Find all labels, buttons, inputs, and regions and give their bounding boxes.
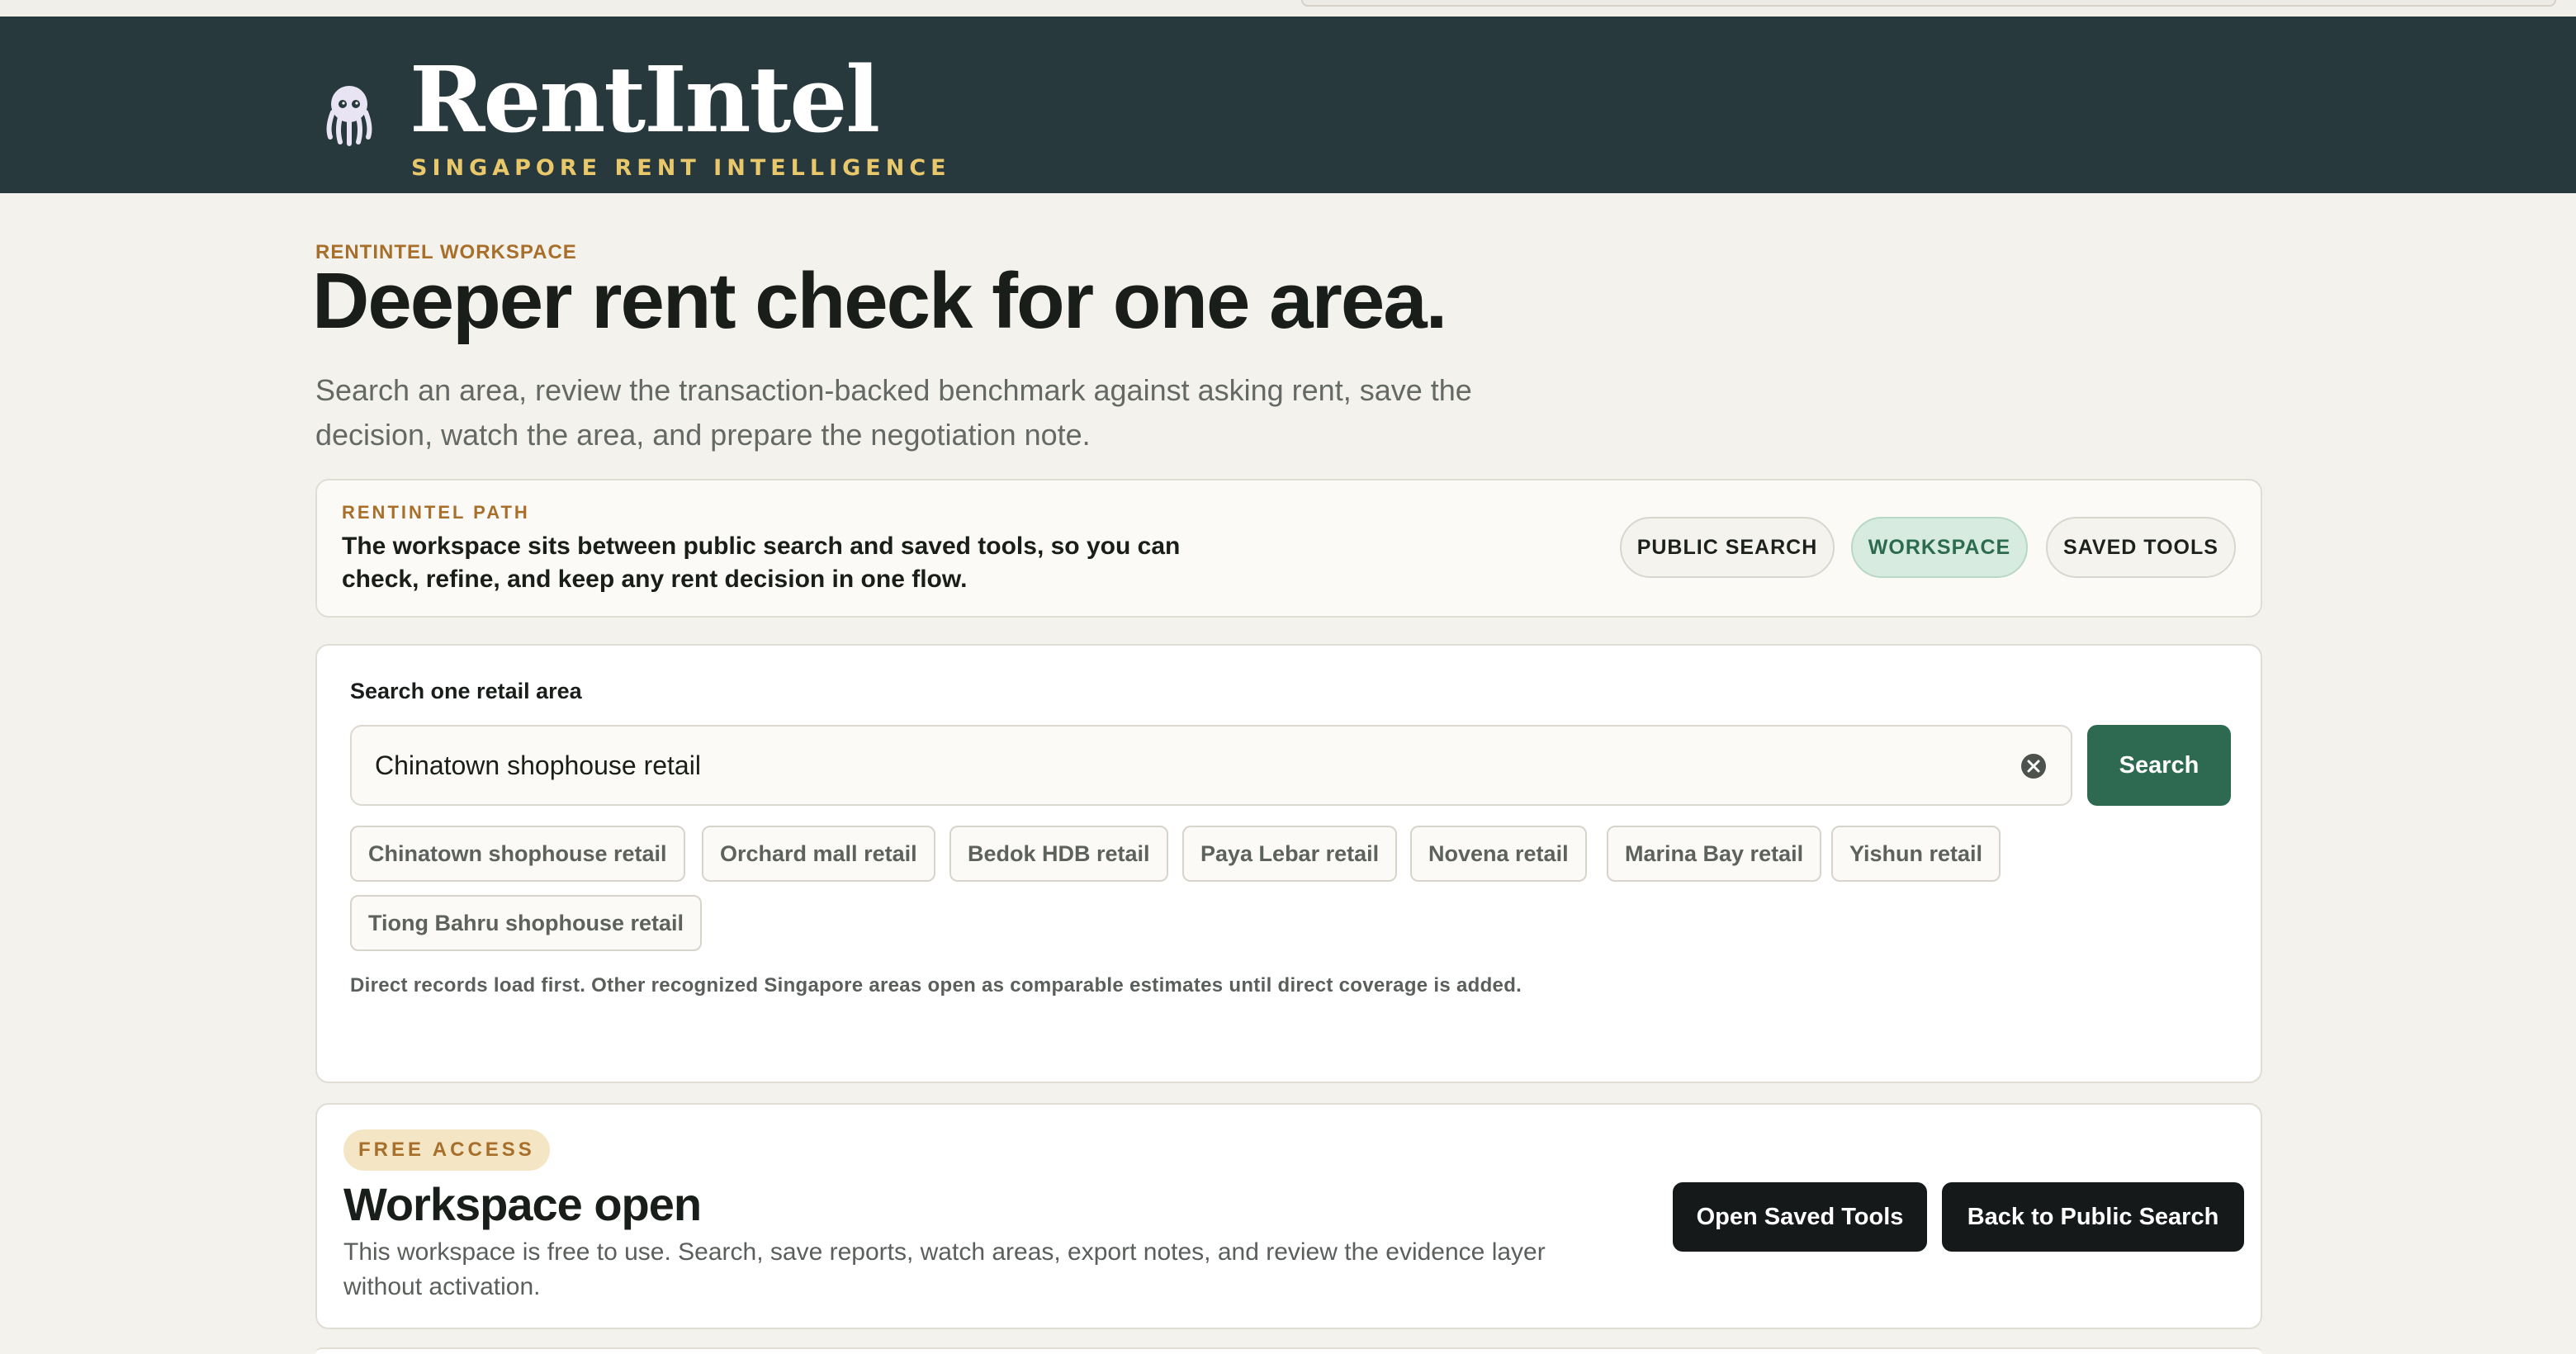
search-button[interactable]: Search: [2087, 725, 2231, 806]
octopus-mascot-icon: [326, 86, 372, 146]
path-text: The workspace sits between public search…: [342, 530, 1250, 596]
hero-intro: Search an area, review the transaction-b…: [315, 368, 1537, 457]
path-text-line: The workspace sits between public search…: [342, 533, 1181, 560]
workspace-nav-button[interactable]: WORKSPACE: [1851, 517, 2028, 578]
public-search-nav-button[interactable]: PUBLIC SEARCH: [1620, 517, 1835, 578]
free-access-badge: FREE ACCESS: [343, 1129, 550, 1171]
suggestion-chip[interactable]: Orchard mall retail: [702, 826, 935, 882]
suggestion-chip[interactable]: Paya Lebar retail: [1182, 826, 1398, 882]
hero-intro-line: decision, watch the area, and prepare th…: [315, 418, 1091, 452]
back-to-public-search-button[interactable]: Back to Public Search: [1942, 1182, 2244, 1252]
suggestion-chip[interactable]: Tiong Bahru shophouse retail: [350, 895, 703, 951]
open-saved-tools-button[interactable]: Open Saved Tools: [1673, 1182, 1927, 1252]
access-title: Workspace open: [343, 1178, 702, 1230]
access-card: FREE ACCESS Workspace open This workspac…: [315, 1103, 2262, 1329]
suggestion-chip[interactable]: Bedok HDB retail: [949, 826, 1168, 882]
site-header: RentIntel SINGAPORE RENT INTELLIGENCE: [0, 17, 2576, 193]
access-description-line: without activation.: [343, 1273, 541, 1300]
clear-circle-x-icon[interactable]: [2020, 752, 2048, 780]
brand-name[interactable]: RentIntel: [410, 50, 880, 149]
search-input[interactable]: [375, 727, 2010, 804]
access-description: This workspace is free to use. Search, s…: [343, 1235, 1615, 1304]
access-description-line: This workspace is free to use. Search, s…: [343, 1238, 1546, 1266]
search-card: Search one retail area Search Chinatown …: [315, 644, 2262, 1083]
search-label: Search one retail area: [350, 679, 582, 703]
saved-tools-nav-button[interactable]: SAVED TOOLS: [2046, 517, 2236, 578]
suggestion-chip[interactable]: Chinatown shophouse retail: [350, 826, 685, 882]
search-field[interactable]: [350, 725, 2072, 806]
hero-intro-line: Search an area, review the transaction-b…: [315, 373, 1472, 407]
path-eyebrow: RENTINTEL PATH: [342, 502, 530, 523]
page-title: Deeper rent check for one area.: [312, 257, 1447, 345]
browser-top-strip: [0, 0, 2576, 17]
address-bar-edge: [1301, 0, 2556, 7]
suggestion-chip[interactable]: Marina Bay retail: [1607, 826, 1822, 882]
suggestion-chip[interactable]: Novena retail: [1410, 826, 1587, 882]
search-note: Direct records load first. Other recogni…: [350, 974, 1522, 997]
suggestion-chip[interactable]: Yishun retail: [1831, 826, 2001, 882]
path-text-line: check, refine, and keep any rent decisio…: [342, 566, 968, 593]
path-card: RENTINTEL PATH The workspace sits betwee…: [315, 479, 2262, 618]
brand-tagline: SINGAPORE RENT INTELLIGENCE: [411, 155, 951, 181]
next-card-edge: [315, 1347, 2262, 1354]
